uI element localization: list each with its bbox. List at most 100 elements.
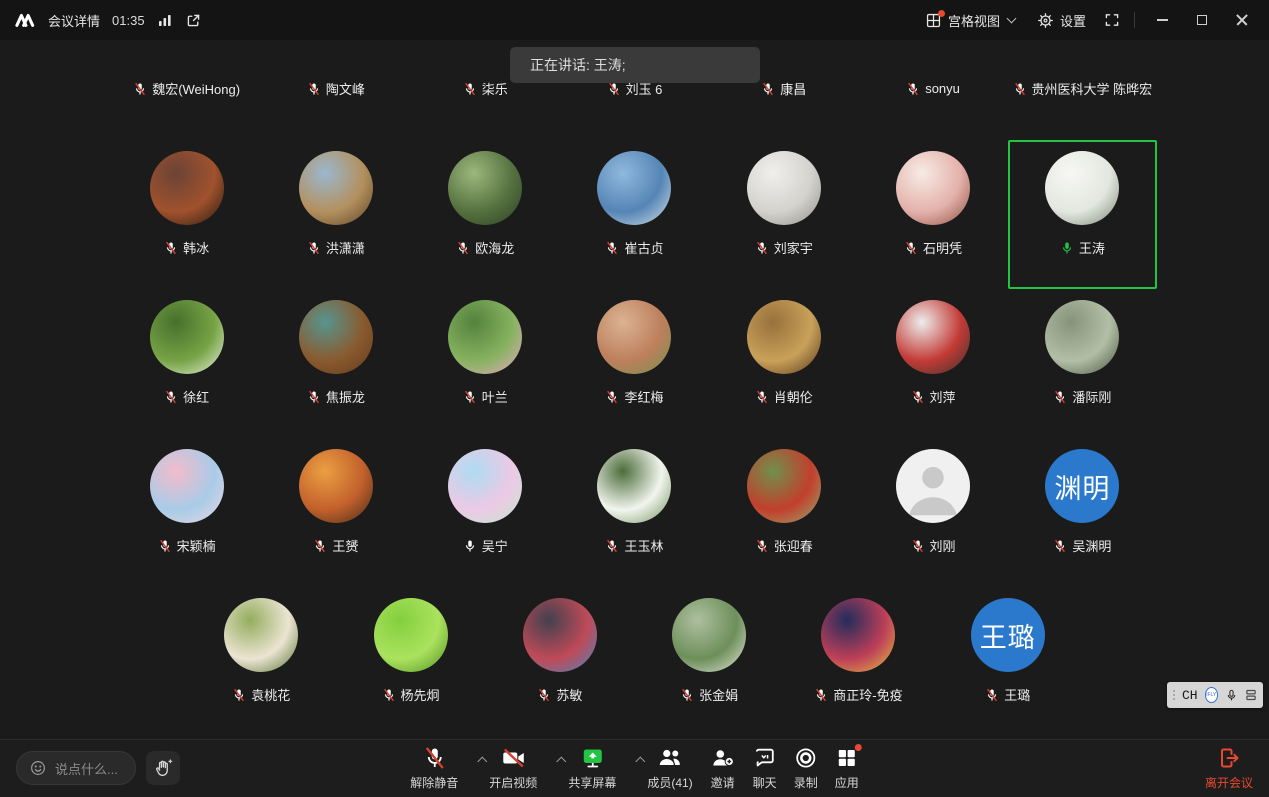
mic-speaking-icon <box>1060 241 1074 255</box>
participant-name: 宋颖楠 <box>177 536 216 555</box>
participant-tile[interactable]: 欧海龙 <box>411 140 560 289</box>
participant-tile[interactable]: 渊明吴渊明 <box>1008 438 1157 587</box>
mic-muted-icon <box>680 688 694 702</box>
meeting-details-button[interactable]: 会议详情 <box>48 11 100 30</box>
signal-strength-icon <box>157 13 173 27</box>
minimize-button[interactable] <box>1149 7 1175 33</box>
mic-muted-icon <box>985 688 999 702</box>
share-screen-button[interactable]: 共享屏幕 <box>568 746 630 791</box>
open-external-icon[interactable] <box>185 12 202 29</box>
participant-tile[interactable]: 商正玲-免疫 <box>784 587 933 736</box>
participant-name: 徐红 <box>183 387 209 406</box>
mic-muted-icon <box>232 688 246 702</box>
ime-toolbox-icon[interactable] <box>1245 689 1257 701</box>
participant-tile[interactable]: 李红梅 <box>560 289 709 438</box>
emoji-icon <box>29 759 47 777</box>
toolbar-center: 解除静音 开启视频 <box>410 746 858 791</box>
participant-name: 韩冰 <box>183 238 209 257</box>
chat-placeholder: 说点什么... <box>55 759 118 778</box>
participant-tile[interactable]: 崔古贞 <box>560 140 709 289</box>
participant-name: 吴渊明 <box>1072 536 1111 555</box>
avatar-photo <box>523 598 597 672</box>
participant-name: sonyu <box>925 82 960 96</box>
chevron-up-icon[interactable] <box>477 757 487 767</box>
avatar-photo <box>448 151 522 225</box>
participant-tile[interactable]: 刘萍 <box>858 289 1007 438</box>
participant-tile[interactable]: 苏敏 <box>485 587 634 736</box>
mic-muted-icon <box>537 688 551 702</box>
avatar-photo <box>150 300 224 374</box>
mic-muted-icon <box>755 241 769 255</box>
participant-tile[interactable]: 王赟 <box>261 438 410 587</box>
mic-muted-icon <box>307 390 321 404</box>
close-button[interactable] <box>1229 7 1255 33</box>
quick-chat-input[interactable]: 说点什么... <box>16 751 136 785</box>
participant-tile[interactable]: 宋颖楠 <box>112 438 261 587</box>
avatar-photo <box>448 300 522 374</box>
participant-name: 刘玉 6 <box>626 82 663 98</box>
participant-tile[interactable]: 焦振龙 <box>261 289 410 438</box>
chevron-up-icon[interactable] <box>635 757 645 767</box>
ime-language-indicator[interactable]: CH <box>1182 688 1198 703</box>
restore-button[interactable] <box>1189 7 1215 33</box>
participant-tile[interactable]: 叶兰 <box>411 289 560 438</box>
meeting-logo-icon <box>14 11 36 29</box>
participant-tile[interactable]: 刘家宇 <box>709 140 858 289</box>
participant-tile[interactable]: 洪潇潇 <box>261 140 410 289</box>
mic-muted-icon <box>158 539 172 553</box>
mic-muted-icon <box>313 539 327 553</box>
participant-tile[interactable]: 刘刚 <box>858 438 1007 587</box>
mic-muted-icon <box>463 390 477 404</box>
record-button[interactable]: 录制 <box>794 746 818 791</box>
leave-meeting-button[interactable]: 离开会议 <box>1205 746 1253 791</box>
invite-button[interactable]: 邀请 <box>710 746 736 791</box>
participant-label-clipped: 柒乐 <box>411 82 560 98</box>
avatar-photo <box>747 300 821 374</box>
mic-muted-icon <box>382 688 396 702</box>
participant-row: 韩冰 洪潇潇欧海龙崔古贞刘家宇 石明凭王涛 <box>112 140 1157 289</box>
participant-name: 刘家宇 <box>774 238 813 257</box>
participant-tile[interactable]: 袁桃花 <box>187 587 336 736</box>
participant-tile[interactable]: 肖朝伦 <box>709 289 858 438</box>
ime-toolbar[interactable]: CH iFLY <box>1167 682 1263 708</box>
participant-stage: 正在讲话: 王涛; 魏宏(WeiHong)陶文峰柒乐刘玉 6康昌sonyu贵州医… <box>0 40 1269 739</box>
ime-mic-icon[interactable] <box>1225 689 1238 702</box>
participant-tile[interactable]: 张金娟 <box>635 587 784 736</box>
participant-tile[interactable]: 潘际刚 <box>1008 289 1157 438</box>
camera-off-icon <box>500 746 526 770</box>
participant-tile[interactable]: 石明凭 <box>858 140 1007 289</box>
participant-name: 王涛 <box>1079 238 1105 257</box>
avatar-photo <box>150 151 224 225</box>
chevron-up-icon[interactable] <box>556 757 566 767</box>
participant-label-clipped: 陶文峰 <box>261 82 410 98</box>
mic-muted-icon <box>164 241 178 255</box>
unmute-button[interactable]: 解除静音 <box>410 746 472 791</box>
layout-view-selector[interactable]: 宫格视图 <box>925 11 1015 30</box>
avatar-photo <box>672 598 746 672</box>
mic-muted-icon <box>605 241 619 255</box>
participant-tile[interactable]: 张迎春 <box>709 438 858 587</box>
participant-name: 焦振龙 <box>326 387 365 406</box>
members-button[interactable]: 成员(41) <box>647 746 692 791</box>
participant-tile[interactable]: 徐红 <box>112 289 261 438</box>
mic-muted-icon <box>456 241 470 255</box>
drag-handle-icon[interactable] <box>1173 690 1175 700</box>
participant-label-clipped: sonyu <box>858 82 1007 98</box>
raise-hand-button[interactable] <box>146 751 180 785</box>
members-icon <box>657 746 683 770</box>
chat-button[interactable]: 聊天 <box>753 746 777 791</box>
participant-name: 苏敏 <box>556 685 582 704</box>
participant-tile[interactable]: 韩冰 <box>112 140 261 289</box>
participant-tile[interactable]: 杨先炯 <box>336 587 485 736</box>
participant-tile[interactable]: 吴宁 <box>411 438 560 587</box>
fullscreen-icon[interactable] <box>1104 12 1120 28</box>
participant-tile[interactable]: 王涛 <box>1008 140 1157 289</box>
apps-button[interactable]: 应用 <box>835 746 859 791</box>
participant-tile[interactable]: 王玉林 <box>560 438 709 587</box>
start-video-button[interactable]: 开启视频 <box>489 746 551 791</box>
ifly-logo-icon[interactable]: iFLY <box>1205 687 1218 703</box>
notification-dot <box>855 744 862 751</box>
scrolled-row-clipped: 魏宏(WeiHong)陶文峰柒乐刘玉 6康昌sonyu贵州医科大学 陈晔宏 <box>112 82 1157 102</box>
participant-tile[interactable]: 王璐王璐 <box>933 587 1082 736</box>
settings-button[interactable]: 设置 <box>1037 11 1086 30</box>
